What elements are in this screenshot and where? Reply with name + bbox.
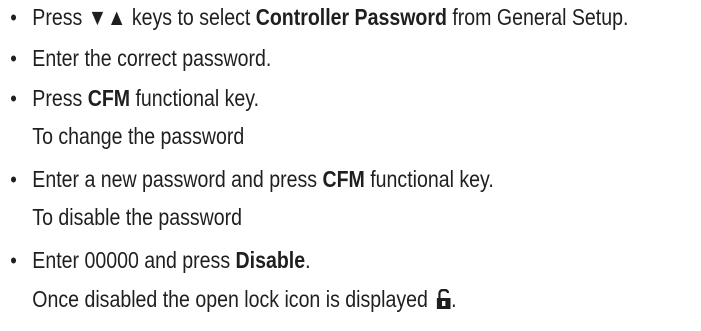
instruction-document: • Press ▼▲ keys to select Controller Pass… — [0, 0, 628, 331]
open-lock-icon — [436, 286, 451, 316]
item-text: Press — [32, 85, 88, 111]
bold-term: CFM — [87, 85, 131, 111]
bullet: • — [10, 46, 17, 71]
arrow-keys: ▼▲ — [87, 4, 127, 30]
section-note: To disable the password — [32, 202, 242, 232]
note-text: . — [451, 286, 457, 312]
item-text: functional key. — [130, 85, 260, 111]
item-text: from General Setup. — [446, 4, 629, 30]
item-text: Press — [32, 4, 88, 30]
bullet: • — [10, 86, 17, 111]
item-text: Enter a new password and press — [32, 166, 323, 192]
bold-term: Controller Password — [255, 4, 447, 30]
section-note: Once disabled the open lock icon is disp… — [32, 284, 456, 316]
list-item: • Enter the correct password. — [10, 43, 271, 74]
note-text: To disable the password — [32, 204, 243, 230]
bullet: • — [10, 167, 17, 192]
list-item: • Enter 00000 and press Disable. — [10, 245, 310, 276]
item-text: keys to select — [126, 4, 256, 30]
list-item: • Press CFM functional key. — [10, 83, 259, 114]
item-text: Enter 00000 and press — [32, 247, 236, 273]
bullet: • — [10, 248, 17, 273]
item-text: functional key. — [364, 166, 494, 192]
bold-term: CFM — [322, 166, 365, 192]
note-text: Once disabled the open lock icon is disp… — [32, 286, 434, 312]
bold-term: Disable — [235, 247, 306, 273]
list-item: • Enter a new password and press CFM func… — [10, 164, 494, 195]
item-text: Enter the correct password. — [32, 45, 272, 71]
list-item: • Press ▼▲ keys to select Controller Pass… — [10, 2, 628, 33]
section-note: To change the password — [32, 121, 244, 151]
note-text: To change the password — [32, 123, 245, 149]
item-text: . — [305, 247, 311, 273]
bullet: • — [10, 5, 17, 30]
